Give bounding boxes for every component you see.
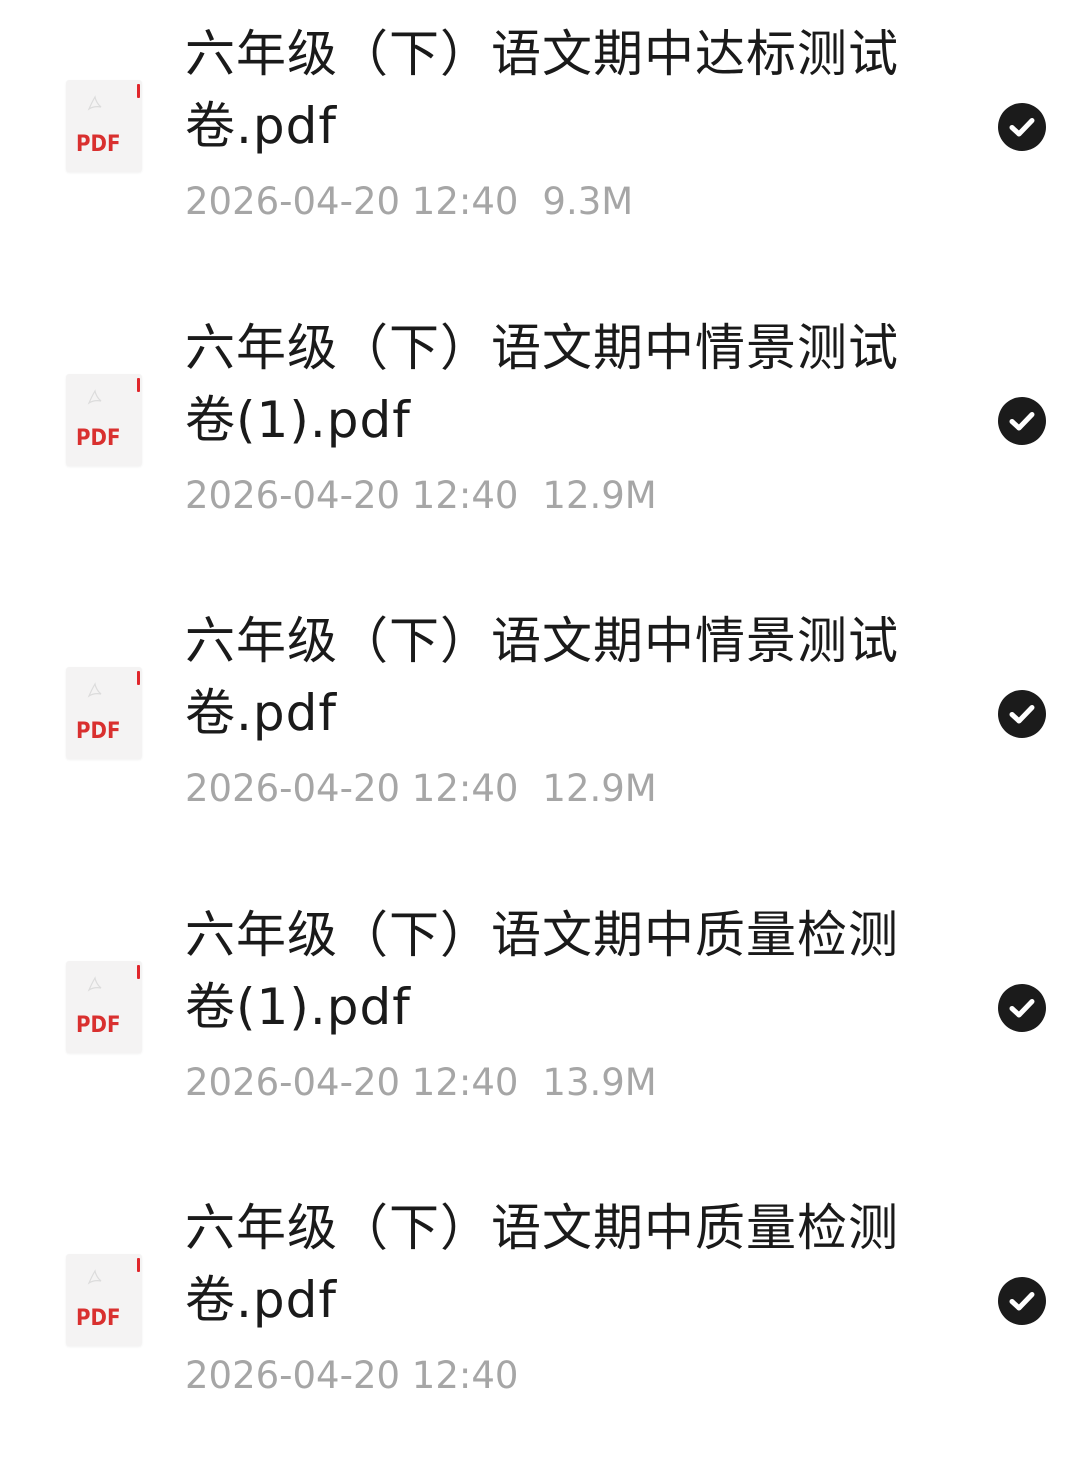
file-meta: 2026-04-20 12:40 12.9M [185, 474, 657, 518]
pdf-type-label: PDF [76, 719, 121, 744]
pdf-type-label: PDF [76, 1306, 121, 1331]
file-meta: 2026-04-20 12:40 13.9M [185, 1061, 657, 1105]
pdf-type-label: PDF [76, 132, 121, 157]
file-date: 2026-04-20 12:40 [185, 474, 519, 517]
file-date: 2026-04-20 12:40 [185, 1354, 519, 1397]
pdf-file-icon: PDF [66, 374, 142, 466]
file-size: 9.3M [542, 180, 634, 223]
pdf-file-icon: PDF [66, 1254, 142, 1346]
file-meta: 2026-04-20 12:40 [185, 1354, 542, 1398]
file-size: 12.9M [542, 767, 657, 810]
checkmark-circle-icon[interactable] [998, 690, 1046, 738]
file-date: 2026-04-20 12:40 [185, 180, 519, 223]
acrobat-logo-icon [87, 976, 102, 992]
file-row[interactable]: PDF 六年级（下）语文期中达标测试卷.pdf 2026-04-20 12:40… [0, 0, 1080, 293]
acrobat-logo-icon [87, 682, 102, 698]
file-row[interactable]: PDF 六年级（下）语文期中情景测试卷(1).pdf 2026-04-20 12… [0, 294, 1080, 587]
pdf-type-label: PDF [76, 1013, 121, 1038]
file-size: 13.9M [542, 1061, 657, 1104]
checkmark-circle-icon[interactable] [998, 103, 1046, 151]
file-name: 六年级（下）语文期中情景测试卷.pdf [185, 612, 899, 742]
pdf-file-icon: PDF [66, 667, 142, 759]
acrobat-logo-icon [87, 95, 102, 111]
acrobat-logo-icon [87, 389, 102, 405]
pdf-corner-mark [137, 1258, 140, 1272]
file-row[interactable]: PDF 六年级（下）语文期中情景测试卷.pdf 2026-04-20 12:40… [0, 587, 1080, 880]
file-name: 六年级（下）语文期中质量检测卷(1).pdf [185, 906, 899, 1036]
pdf-corner-mark [137, 84, 140, 98]
pdf-file-icon: PDF [66, 961, 142, 1053]
file-date: 2026-04-20 12:40 [185, 767, 519, 810]
file-date: 2026-04-20 12:40 [185, 1061, 519, 1104]
checkmark-circle-icon[interactable] [998, 984, 1046, 1032]
file-meta: 2026-04-20 12:40 9.3M [185, 180, 633, 224]
file-name: 六年级（下）语文期中质量检测卷.pdf [185, 1199, 899, 1329]
file-name: 六年级（下）语文期中达标测试卷.pdf [185, 25, 899, 155]
file-meta: 2026-04-20 12:40 12.9M [185, 767, 657, 811]
file-row[interactable]: PDF 六年级（下）语文期中质量检测卷(1).pdf 2026-04-20 12… [0, 881, 1080, 1174]
file-size: 12.9M [542, 474, 657, 517]
pdf-corner-mark [137, 378, 140, 392]
file-row[interactable]: PDF 六年级（下）语文期中质量检测卷.pdf 2026-04-20 12:40 [0, 1174, 1080, 1467]
pdf-corner-mark [137, 671, 140, 685]
pdf-corner-mark [137, 965, 140, 979]
checkmark-circle-icon[interactable] [998, 397, 1046, 445]
checkmark-circle-icon[interactable] [998, 1277, 1046, 1325]
file-list: PDF 六年级（下）语文期中达标测试卷.pdf 2026-04-20 12:40… [0, 0, 1080, 1397]
pdf-file-icon: PDF [66, 80, 142, 172]
file-name: 六年级（下）语文期中情景测试卷(1).pdf [185, 319, 899, 449]
acrobat-logo-icon [87, 1269, 102, 1285]
pdf-type-label: PDF [76, 426, 121, 451]
